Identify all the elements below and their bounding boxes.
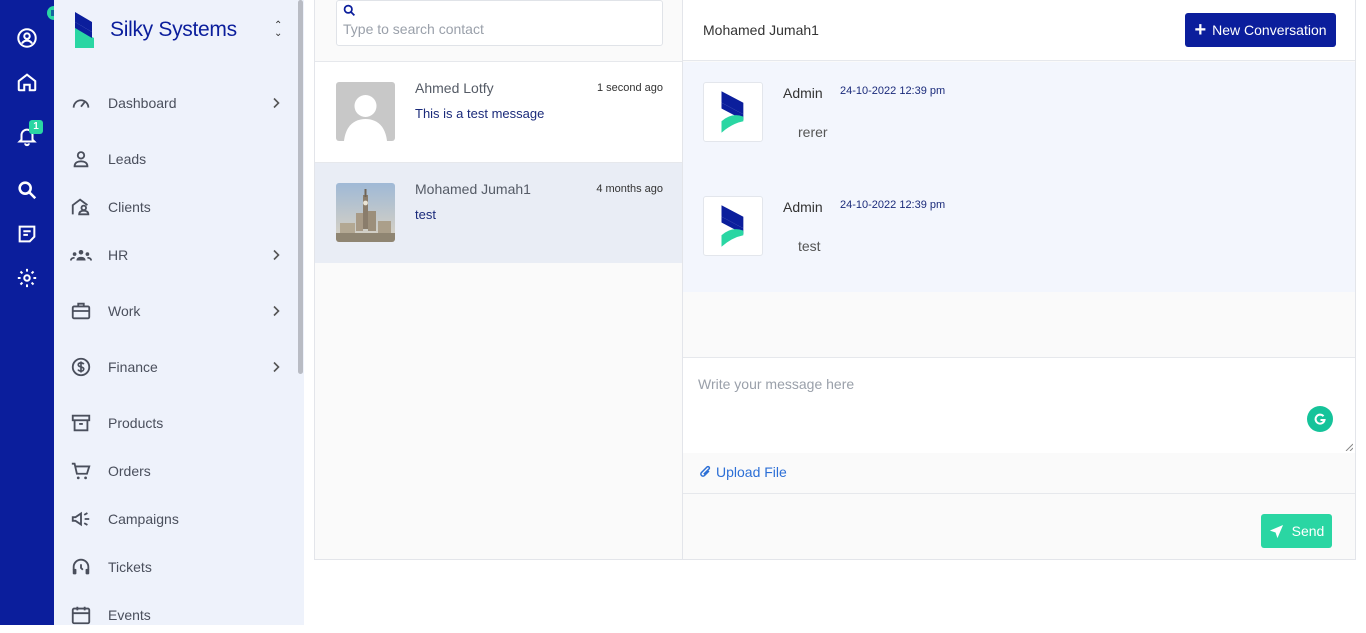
- sidebar-item-label: Orders: [108, 463, 151, 479]
- sender-logo-icon: [703, 196, 763, 256]
- sidebar-item-label: Leads: [108, 151, 147, 167]
- new-conversation-button[interactable]: + New Conversation: [1185, 13, 1336, 47]
- message-text: rerer: [798, 124, 828, 140]
- sidebar-item-products[interactable]: Products: [54, 405, 298, 441]
- chevron-right-icon: [273, 305, 280, 317]
- brand[interactable]: Silky Systems: [72, 10, 237, 50]
- sidebar-item-label: Clients: [108, 199, 151, 215]
- chat-panel: Mohamed Jumah1 + New Conversation Admin …: [682, 0, 1356, 560]
- message-item: Admin 24-10-2022 12:39 pm test: [703, 196, 1323, 296]
- sidebar-item-label: HR: [108, 247, 129, 263]
- sidebar-item-finance[interactable]: Finance: [54, 349, 298, 385]
- upload-file-link[interactable]: Upload File: [699, 464, 787, 480]
- message-item: Admin 24-10-2022 12:39 pm rerer: [703, 82, 1323, 182]
- message-date: 24-10-2022 12:39 pm: [840, 85, 946, 97]
- avatar: [336, 183, 395, 242]
- dollar-icon: [69, 355, 93, 379]
- composer-footer: Send: [683, 493, 1355, 559]
- paperclip-icon: [700, 465, 711, 477]
- send-label: Send: [1291, 523, 1325, 539]
- resize-grip-icon[interactable]: [1345, 443, 1353, 451]
- chat-title: Mohamed Jumah1: [703, 22, 819, 38]
- message-input[interactable]: [683, 358, 1355, 454]
- sidebar-item-leads[interactable]: Leads: [54, 141, 298, 177]
- headset-icon: [69, 555, 93, 579]
- icon-rail: 1: [0, 0, 54, 625]
- calendar-icon: [69, 603, 93, 627]
- notes-icon[interactable]: [15, 222, 39, 246]
- message-text: test: [798, 238, 821, 254]
- new-conversation-label: New Conversation: [1212, 22, 1327, 38]
- contact-search-box: [336, 0, 663, 46]
- message-date: 24-10-2022 12:39 pm: [840, 199, 946, 211]
- contact-item-selected[interactable]: Mohamed Jumah1 4 months ago test: [315, 162, 683, 263]
- contact-search-input[interactable]: [343, 21, 653, 37]
- client-icon: [69, 195, 93, 219]
- group-icon: [69, 243, 93, 267]
- brand-switch-icon[interactable]: ⌃ ⌄: [274, 21, 282, 39]
- sidebar-item-tickets[interactable]: Tickets: [54, 549, 298, 585]
- sidebar-item-label: Finance: [108, 359, 158, 375]
- contact-last-message: This is a test message: [415, 106, 545, 121]
- sidebar-item-clients[interactable]: Clients: [54, 189, 298, 225]
- contact-item[interactable]: Ahmed Lotfy 1 second ago This is a test …: [315, 61, 683, 162]
- settings-icon[interactable]: [15, 266, 39, 290]
- avatar: [336, 82, 395, 141]
- sidebar-item-orders[interactable]: Orders: [54, 453, 298, 489]
- sender-logo-icon: [703, 82, 763, 142]
- upload-file-label: Upload File: [716, 464, 787, 480]
- sidebar-item-work[interactable]: Work: [54, 293, 298, 329]
- contact-name: Ahmed Lotfy: [415, 80, 494, 96]
- notification-badge: 1: [29, 120, 43, 134]
- sidebar-item-label: Campaigns: [108, 511, 179, 527]
- message-list: Admin 24-10-2022 12:39 pm rerer Admin 24…: [683, 62, 1355, 292]
- sidebar-item-label: Events: [108, 607, 151, 623]
- sidebar-item-label: Products: [108, 415, 164, 431]
- sidebar-item-label: Work: [108, 303, 141, 319]
- plus-icon: +: [1194, 19, 1207, 41]
- search-icon: [343, 4, 355, 16]
- search-icon[interactable]: [15, 178, 39, 202]
- brand-name: Silky Systems: [110, 18, 237, 41]
- chevron-right-icon: [273, 361, 280, 373]
- sidebar-scrollbar[interactable]: [298, 0, 303, 374]
- brand-logo-icon: [75, 12, 94, 48]
- megaphone-icon: [69, 507, 93, 531]
- chat-header: Mohamed Jumah1 + New Conversation: [683, 0, 1355, 61]
- send-button[interactable]: Send: [1261, 514, 1332, 548]
- contact-time: 4 months ago: [596, 183, 663, 195]
- sidebar-item-campaigns[interactable]: Campaigns: [54, 501, 298, 537]
- contact-time: 1 second ago: [596, 82, 663, 94]
- person-icon: [69, 147, 93, 171]
- contact-last-message: test: [415, 207, 436, 222]
- chevron-right-icon: [273, 249, 280, 261]
- home-icon[interactable]: [15, 70, 39, 94]
- message-author: Admin: [783, 85, 823, 101]
- send-arrow-icon: [1269, 524, 1283, 538]
- cart-icon: [69, 459, 93, 483]
- dashboard-icon: [69, 91, 93, 115]
- briefcase-icon: [69, 299, 93, 323]
- message-composer: [683, 357, 1355, 454]
- sidebar-item-label: Dashboard: [108, 95, 177, 111]
- grammarly-icon[interactable]: [1307, 406, 1333, 432]
- contacts-panel: Ahmed Lotfy 1 second ago This is a test …: [314, 0, 683, 560]
- sidebar: Silky Systems ⌃ ⌄ Dashboard Leads Clients HR…: [54, 0, 304, 625]
- chevron-right-icon: [273, 97, 280, 109]
- sidebar-item-events[interactable]: Events: [54, 597, 298, 633]
- message-author: Admin: [783, 199, 823, 215]
- sidebar-item-hr[interactable]: HR: [54, 237, 298, 273]
- contact-name: Mohamed Jumah1: [415, 181, 531, 197]
- archive-icon: [69, 411, 93, 435]
- sidebar-item-dashboard[interactable]: Dashboard: [54, 85, 298, 121]
- sidebar-item-label: Tickets: [108, 559, 152, 575]
- profile-icon[interactable]: [15, 26, 39, 50]
